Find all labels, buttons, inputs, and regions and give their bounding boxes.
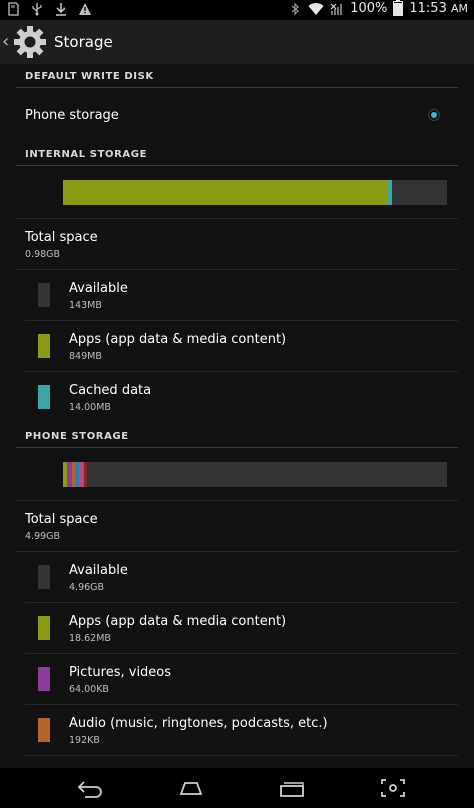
internal-apps-row[interactable]: Apps (app data & media content) 849MB [0, 321, 474, 371]
apps-color-swatch [38, 616, 50, 640]
phone-pictures-videos-row[interactable]: Pictures, videos 64.00KB [0, 654, 474, 704]
phone-total-space-label: Total space [25, 512, 98, 527]
battery-percent: 100% [350, 1, 388, 16]
wifi-icon [308, 2, 324, 15]
phone-storage-header: PHONE STORAGE [25, 431, 129, 442]
sd-card-icon [8, 2, 19, 16]
section-divider [16, 165, 458, 166]
phone-apps-value: 18.62MB [69, 633, 111, 644]
usb-icon [32, 3, 42, 16]
internal-available-label: Available [69, 281, 128, 296]
warning-icon [79, 3, 91, 15]
status-left-icons [6, 2, 92, 16]
internal-storage-header: INTERNAL STORAGE [25, 149, 148, 160]
home-icon[interactable] [176, 776, 206, 800]
no-signal-icon [330, 3, 343, 15]
battery-icon [393, 0, 404, 16]
recent-apps-icon[interactable] [277, 776, 307, 800]
available-color-swatch [38, 565, 50, 589]
phone-storage-option[interactable]: Phone storage [0, 88, 474, 144]
storage-content[interactable]: DEFAULT WRITE DISK Phone storage INTERNA… [0, 64, 474, 768]
available-color-swatch [38, 283, 50, 307]
phone-storage-option-label: Phone storage [25, 108, 119, 123]
cached-data-color-swatch [38, 385, 50, 409]
phone-audio-row[interactable]: Audio (music, ringtones, podcasts, etc.)… [0, 705, 474, 755]
internal-cached-data-label: Cached data [69, 383, 152, 398]
phone-audio-label: Audio (music, ringtones, podcasts, etc.) [69, 716, 328, 731]
row-divider [25, 755, 458, 756]
status-bar: 100% 11:53 AM [0, 0, 474, 20]
internal-storage-usage-bar [63, 180, 447, 205]
phone-storage-usage-bar [63, 462, 447, 487]
chevron-left-icon: ‹ [2, 31, 10, 52]
phone-available-value: 4.96GB [69, 582, 105, 593]
default-write-disk-header: DEFAULT WRITE DISK [25, 71, 154, 82]
phone-apps-row[interactable]: Apps (app data & media content) 18.62MB [0, 603, 474, 653]
pictures-color-swatch [38, 667, 50, 691]
phone-total-space-row: Total space 4.99GB [0, 501, 474, 551]
settings-gear-icon [14, 26, 46, 58]
phone-apps-label: Apps (app data & media content) [69, 614, 287, 629]
internal-cached-data-row[interactable]: Cached data 14.00MB [0, 372, 474, 422]
back-icon[interactable] [75, 776, 105, 800]
internal-available-value: 143MB [69, 300, 102, 311]
internal-apps-label: Apps (app data & media content) [69, 332, 287, 347]
phone-available-row[interactable]: Available 4.96GB [0, 552, 474, 602]
internal-total-space-row: Total space 0.98GB [0, 219, 474, 269]
bluetooth-icon [291, 2, 300, 15]
status-right: 100% 11:53 AM [288, 0, 468, 16]
phone-total-space-value: 4.99GB [25, 531, 61, 542]
status-time: 11:53 AM [409, 1, 468, 16]
radio-selected-dot [431, 112, 437, 118]
internal-available-row[interactable]: Available 143MB [0, 270, 474, 320]
usage-segment-available [87, 462, 447, 487]
download-icon [56, 3, 66, 16]
phone-pictures-value: 64.00KB [69, 684, 109, 695]
screenshot-icon[interactable] [378, 776, 408, 800]
up-navigation-button[interactable]: ‹ [0, 20, 48, 64]
internal-total-space-label: Total space [25, 230, 98, 245]
usage-segment-apps [63, 180, 388, 205]
action-bar: ‹ Storage [0, 20, 474, 64]
phone-storage-radio[interactable] [428, 109, 440, 121]
page-title: Storage [54, 33, 113, 51]
phone-audio-value: 192KB [69, 735, 100, 746]
phone-available-label: Available [69, 563, 128, 578]
phone-pictures-label: Pictures, videos [69, 665, 172, 680]
internal-cached-data-value: 14.00MB [69, 402, 111, 413]
internal-apps-value: 849MB [69, 351, 102, 362]
section-divider [16, 447, 458, 448]
internal-total-space-value: 0.98GB [25, 249, 61, 260]
navigation-bar [0, 768, 474, 808]
apps-color-swatch [38, 334, 50, 358]
audio-color-swatch [38, 718, 50, 742]
usage-segment-available [392, 180, 447, 205]
